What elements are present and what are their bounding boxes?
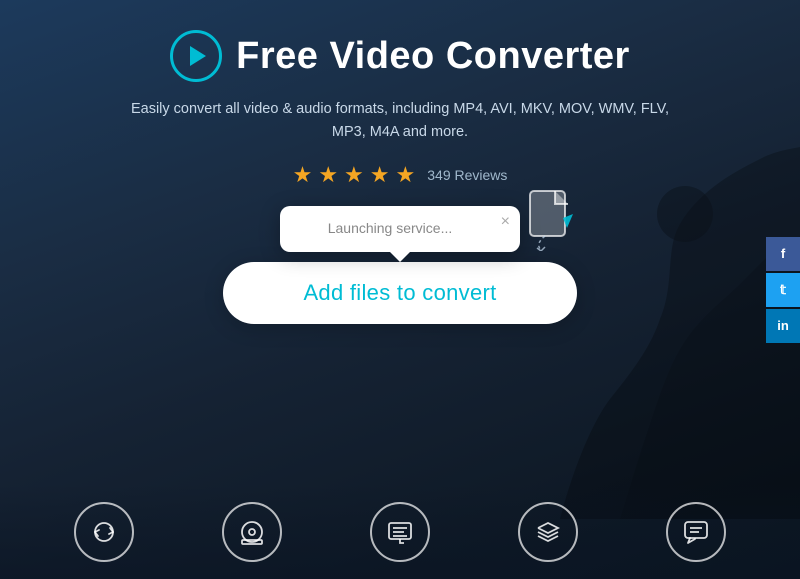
tooltip-container: Launching service... ×: [280, 206, 520, 252]
tooltip-popup: Launching service... ×: [280, 206, 520, 252]
star-4: ★: [370, 162, 390, 188]
file-icon-float: [525, 186, 580, 246]
linkedin-button[interactable]: in: [766, 309, 800, 343]
twitter-icon: 𝕥: [780, 282, 786, 298]
add-files-button[interactable]: Add files to convert: [223, 262, 576, 324]
chat-icon-btn[interactable]: [666, 502, 726, 562]
facebook-button[interactable]: f: [766, 237, 800, 271]
stars-row: ★ ★ ★ ★ ★ 349 Reviews: [293, 162, 508, 188]
reviews-count: 349 Reviews: [427, 167, 507, 183]
bottom-bar: [0, 484, 800, 579]
convert-icon-btn[interactable]: [74, 502, 134, 562]
app-subtitle: Easily convert all video & audio formats…: [130, 98, 670, 144]
tooltip-text: Launching service...: [328, 220, 453, 236]
linkedin-icon: in: [777, 318, 789, 333]
logo-icon: [170, 30, 222, 82]
tooltip-close-button[interactable]: ×: [501, 214, 510, 230]
star-5: ★: [396, 162, 416, 188]
star-2: ★: [318, 162, 338, 188]
title-row: Free Video Converter: [170, 30, 630, 82]
subtitles-icon-btn[interactable]: [370, 502, 430, 562]
app-title: Free Video Converter: [236, 35, 630, 78]
layers-icon-btn[interactable]: [518, 502, 578, 562]
star-3: ★: [344, 162, 364, 188]
twitter-button[interactable]: 𝕥: [766, 273, 800, 307]
dvd-icon-btn[interactable]: [222, 502, 282, 562]
social-sidebar: f 𝕥 in: [766, 237, 800, 343]
star-1: ★: [293, 162, 313, 188]
facebook-icon: f: [781, 246, 785, 261]
